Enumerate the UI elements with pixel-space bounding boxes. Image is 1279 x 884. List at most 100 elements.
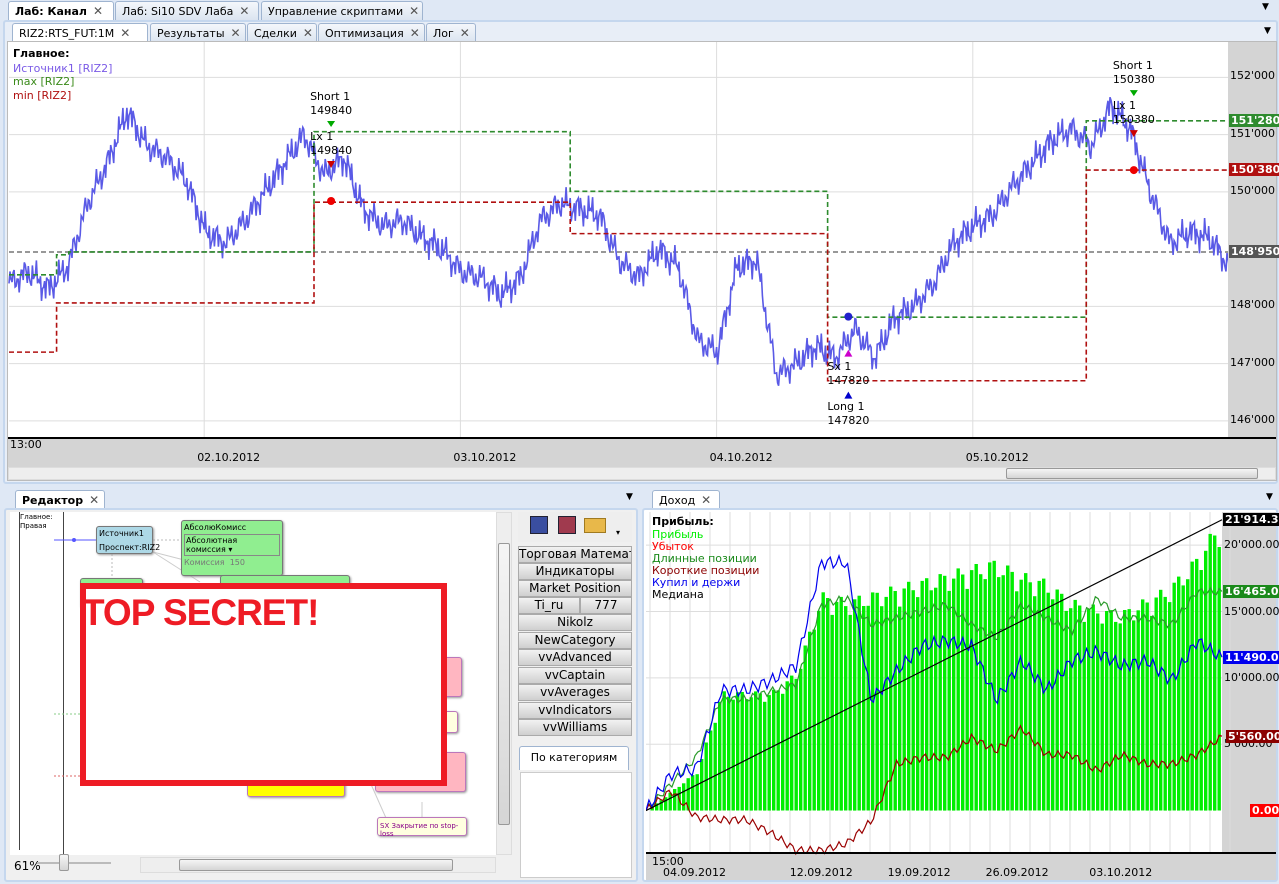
profit-bar xyxy=(1163,596,1167,811)
profit-bar xyxy=(943,575,947,811)
palette-nikolz[interactable]: Nikolz xyxy=(518,614,632,631)
scroll-thumb[interactable] xyxy=(498,543,510,825)
slider-handle[interactable] xyxy=(59,854,69,871)
profit-bar xyxy=(1114,621,1118,811)
profit-bar xyxy=(1042,578,1046,811)
trade-price-label: 149840 xyxy=(310,144,353,157)
palette-vvadvanced[interactable]: vvAdvanced xyxy=(518,649,632,666)
profit-bar xyxy=(970,570,974,811)
tab-chart[interactable]: RIZ2:RTS_FUT:1M ✕ xyxy=(12,23,148,42)
legend-max: max [RIZ2] xyxy=(13,75,75,88)
save-as-icon[interactable] xyxy=(558,516,576,534)
top-secret-redaction: TOP SECRET! xyxy=(80,583,447,786)
palette-vvaverages[interactable]: vvAverages xyxy=(518,684,632,701)
tab-deals[interactable]: Сделки ✕ xyxy=(247,23,317,42)
profit-bar xyxy=(1078,605,1082,811)
profit-bar xyxy=(1208,533,1212,811)
tab-script-manager[interactable]: Управление скриптами ✕ xyxy=(261,1,423,20)
editor-v-scrollbar[interactable] xyxy=(496,512,512,855)
commission-select[interactable]: Абсолютная комиссия ▾ xyxy=(184,534,280,556)
editor-canvas[interactable]: Главное: Правая Источник1 Проспект:RIZ2 Аб… xyxy=(10,512,496,855)
income-time-axis xyxy=(646,853,1276,880)
profit-bar xyxy=(691,775,695,811)
trade-price-label: 150380 xyxy=(1112,73,1155,87)
profit-bar xyxy=(794,678,798,811)
x-date-label: 26.09.2012 xyxy=(985,866,1049,879)
palette-trading-math[interactable]: Торговая Математ xyxy=(518,546,632,563)
palette-newcategory[interactable]: NewCategory xyxy=(518,632,632,649)
scroll-thumb[interactable] xyxy=(179,859,453,871)
profit-bar xyxy=(695,774,699,811)
palette-vvwilliams[interactable]: vvWilliams xyxy=(518,719,632,736)
trade-signal-label: Short 1 xyxy=(310,90,351,103)
chart-h-scrollbar[interactable] xyxy=(8,467,1276,480)
price-chart[interactable] xyxy=(7,41,1277,481)
palette-777[interactable]: 777 xyxy=(580,597,632,614)
profit-bar xyxy=(1172,582,1176,811)
editor-h-scrollbar[interactable] xyxy=(140,857,496,873)
tab-lab-channel[interactable]: Лаб: Канал ✕ xyxy=(8,1,114,20)
income-legend-title: Прибыль: xyxy=(652,515,714,528)
x-date-label: 05.10.2012 xyxy=(965,451,1029,464)
price-tag: 148'950 xyxy=(1229,244,1279,258)
trade-signal-label: Lx 1 xyxy=(310,130,334,143)
close-icon[interactable]: ✕ xyxy=(409,4,419,18)
palette-market-position[interactable]: Market Position xyxy=(518,580,632,597)
close-icon[interactable]: ✕ xyxy=(460,26,470,40)
palette-indicators[interactable]: Индикаторы xyxy=(518,563,632,580)
palette-vvcaptain[interactable]: vvCaptain xyxy=(518,667,632,684)
profit-bar xyxy=(1168,602,1172,811)
tab-optimization[interactable]: Оптимизация ✕ xyxy=(318,23,425,42)
toolbar-overflow-icon[interactable]: ▾ xyxy=(616,528,620,537)
profit-bar xyxy=(740,692,744,811)
x-date-label: 03.10.2012 xyxy=(1089,866,1153,879)
profit-bar xyxy=(911,590,915,811)
price-tag: 151'280 xyxy=(1229,113,1279,127)
fill-dot xyxy=(844,312,853,321)
close-icon[interactable]: ✕ xyxy=(93,4,103,18)
palette-ti-ru[interactable]: Ti_ru xyxy=(518,597,580,614)
profit-bar xyxy=(902,588,906,811)
chevron-down-icon[interactable]: ▼ xyxy=(1266,492,1273,502)
open-folder-icon[interactable] xyxy=(584,518,606,533)
profit-bar xyxy=(920,580,924,811)
close-icon[interactable]: ✕ xyxy=(120,26,130,40)
profit-bar xyxy=(1109,610,1113,811)
close-icon[interactable]: ✕ xyxy=(231,26,241,40)
tab-editor[interactable]: Редактор ✕ xyxy=(15,490,105,509)
zoom-slider[interactable] xyxy=(37,854,111,871)
chevron-down-icon[interactable]: ▼ xyxy=(1262,2,1269,12)
profit-bar xyxy=(1123,610,1127,811)
legend-source: Источник1 [RIZ2] xyxy=(13,62,113,75)
tab-log[interactable]: Лог ✕ xyxy=(426,23,476,42)
y-tick-label: 15'000.00 xyxy=(1224,604,1279,618)
profit-bar xyxy=(790,675,794,811)
profit-bar xyxy=(1087,609,1091,811)
tab-by-category[interactable]: По категориям xyxy=(519,746,629,770)
chevron-down-icon[interactable]: ▼ xyxy=(626,492,633,502)
profit-bar xyxy=(1186,579,1190,811)
short-arrow-icon xyxy=(1129,90,1138,97)
value-tag: 16'465.00 xyxy=(1223,585,1279,599)
profit-bar xyxy=(898,606,902,811)
chevron-down-icon[interactable]: ▼ xyxy=(1264,26,1271,36)
tab-results[interactable]: Результаты ✕ xyxy=(150,23,246,42)
node-exit-stoploss[interactable]: SX Закрытие по stop-loss xyxy=(377,817,467,838)
y-tick-label: 150'000 xyxy=(1230,183,1276,197)
node-commission[interactable]: АбсолюКомисс Абсолютная комиссия ▾ Комисси… xyxy=(181,520,283,576)
tab-income[interactable]: Доход ✕ xyxy=(652,490,720,509)
profit-bar xyxy=(1069,608,1073,811)
profit-bar xyxy=(1213,535,1217,811)
close-icon[interactable]: ✕ xyxy=(303,26,313,40)
node-source[interactable]: Источник1 Проспект:RIZ2 xyxy=(96,526,160,554)
tab-lab-si10[interactable]: Лаб: Si10 SDV Лаба ✕ xyxy=(115,1,259,20)
scroll-thumb[interactable] xyxy=(1006,468,1258,479)
y-tick-label: 151'000 xyxy=(1230,126,1276,140)
close-icon[interactable]: ✕ xyxy=(410,26,420,40)
close-icon[interactable]: ✕ xyxy=(89,493,99,507)
palette-vvindicators[interactable]: vvIndicators xyxy=(518,702,632,719)
close-icon[interactable]: ✕ xyxy=(239,4,249,18)
save-icon[interactable] xyxy=(530,516,548,534)
close-icon[interactable]: ✕ xyxy=(701,493,711,507)
profit-bar xyxy=(956,568,960,811)
